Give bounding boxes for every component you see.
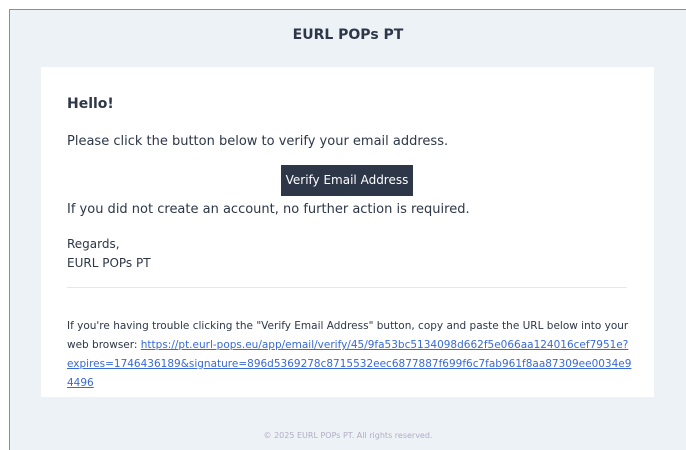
signoff: Regards, EURL POPs PT [67,235,151,273]
greeting-heading: Hello! [67,96,114,112]
signature-text: EURL POPs PT [67,256,151,270]
verify-url-link[interactable]: https://pt.eurl-pops.eu/app/email/verify… [67,339,631,389]
intro-text: Please click the button below to verify … [67,134,449,149]
email-body-card: Hello! Please click the button below to … [41,67,654,397]
salutation-text: Regards, [67,237,120,251]
subcopy: If you're having trouble clicking the "V… [67,317,632,393]
email-frame: EURL POPs PT Hello! Please click the but… [9,9,686,450]
email-header: EURL POPs PT [10,10,686,66]
footer-copyright: © 2025 EURL POPs PT. All rights reserved… [263,431,433,440]
divider [67,287,627,288]
header-title[interactable]: EURL POPs PT [293,27,404,43]
outro-text: If you did not create an account, no fur… [67,202,470,217]
verify-email-button[interactable]: Verify Email Address [281,165,413,196]
